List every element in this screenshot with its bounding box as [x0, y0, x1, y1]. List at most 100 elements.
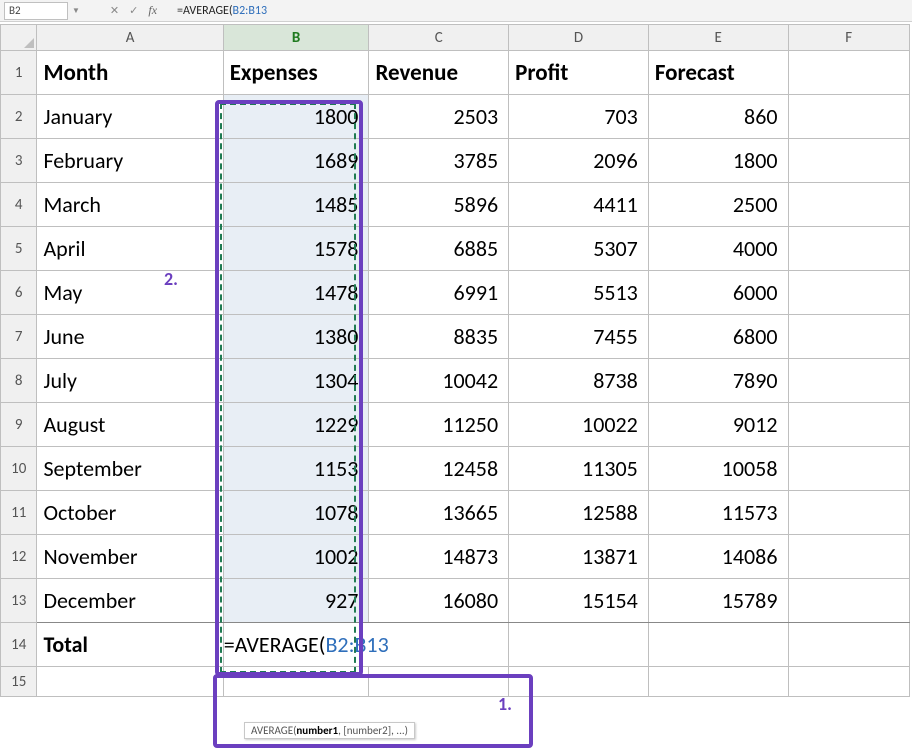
cell-C8[interactable]: 10042 — [369, 359, 509, 403]
cell-B14-formula[interactable]: =AVERAGE(B2:B13 — [223, 623, 508, 667]
cell-A8[interactable]: July — [37, 359, 223, 403]
cell-D12[interactable]: 13871 — [509, 535, 649, 579]
cell-E6[interactable]: 6000 — [648, 271, 788, 315]
col-header-E[interactable]: E — [648, 25, 788, 51]
cell-A7[interactable]: June — [37, 315, 223, 359]
cell-E2[interactable]: 860 — [648, 95, 788, 139]
cell-E5[interactable]: 4000 — [648, 227, 788, 271]
cell-F8[interactable] — [788, 359, 910, 403]
col-header-F[interactable]: F — [788, 25, 910, 51]
cell-E15[interactable] — [648, 667, 788, 697]
cell-D7[interactable]: 7455 — [509, 315, 649, 359]
row-header-10[interactable]: 10 — [1, 447, 37, 491]
cell-F1[interactable] — [788, 51, 910, 95]
cell-E11[interactable]: 11573 — [648, 491, 788, 535]
cell-E3[interactable]: 1800 — [648, 139, 788, 183]
cell-D4[interactable]: 4411 — [509, 183, 649, 227]
cell-F13[interactable] — [788, 579, 910, 623]
row-header-11[interactable]: 11 — [1, 491, 37, 535]
col-header-A[interactable]: A — [37, 25, 223, 51]
cell-E7[interactable]: 6800 — [648, 315, 788, 359]
cell-D2[interactable]: 703 — [509, 95, 649, 139]
row-header-12[interactable]: 12 — [1, 535, 37, 579]
cell-F14[interactable] — [788, 623, 910, 667]
cell-B6[interactable]: 1478 — [223, 271, 369, 315]
cell-B7[interactable]: 1380 — [223, 315, 369, 359]
cell-C9[interactable]: 11250 — [369, 403, 509, 447]
cell-D9[interactable]: 10022 — [509, 403, 649, 447]
cell-F9[interactable] — [788, 403, 910, 447]
cell-D14[interactable] — [509, 623, 649, 667]
cell-A2[interactable]: January — [37, 95, 223, 139]
cell-F11[interactable] — [788, 491, 910, 535]
cell-A13[interactable]: December — [37, 579, 223, 623]
cell-B9[interactable]: 1229 — [223, 403, 369, 447]
cell-B4[interactable]: 1485 — [223, 183, 369, 227]
cell-B2[interactable]: 1800 — [223, 95, 369, 139]
cell-F3[interactable] — [788, 139, 910, 183]
cell-A9[interactable]: August — [37, 403, 223, 447]
cell-B11[interactable]: 1078 — [223, 491, 369, 535]
cell-C11[interactable]: 13665 — [369, 491, 509, 535]
col-header-C[interactable]: C — [369, 25, 509, 51]
cell-F12[interactable] — [788, 535, 910, 579]
cell-B3[interactable]: 1689 — [223, 139, 369, 183]
cell-C10[interactable]: 12458 — [369, 447, 509, 491]
cell-C12[interactable]: 14873 — [369, 535, 509, 579]
row-header-5[interactable]: 5 — [1, 227, 37, 271]
col-header-B[interactable]: B — [223, 25, 369, 51]
cell-A12[interactable]: November — [37, 535, 223, 579]
row-header-15[interactable]: 15 — [1, 667, 37, 697]
cell-A6[interactable]: May — [37, 271, 223, 315]
name-box[interactable]: B2 — [4, 2, 68, 20]
cell-A10[interactable]: September — [37, 447, 223, 491]
formula-bar-input[interactable]: =AVERAGE(B2:B13 — [177, 4, 377, 18]
cell-B12[interactable]: 1002 — [223, 535, 369, 579]
row-header-13[interactable]: 13 — [1, 579, 37, 623]
cell-B5[interactable]: 1578 — [223, 227, 369, 271]
row-header-4[interactable]: 4 — [1, 183, 37, 227]
col-header-D[interactable]: D — [509, 25, 649, 51]
cell-F7[interactable] — [788, 315, 910, 359]
row-header-6[interactable]: 6 — [1, 271, 37, 315]
enter-icon[interactable]: ✓ — [129, 4, 138, 17]
cell-F4[interactable] — [788, 183, 910, 227]
row-header-8[interactable]: 8 — [1, 359, 37, 403]
cell-D5[interactable]: 5307 — [509, 227, 649, 271]
cell-C3[interactable]: 3785 — [369, 139, 509, 183]
cell-D6[interactable]: 5513 — [509, 271, 649, 315]
cell-C1[interactable]: Revenue — [369, 51, 509, 95]
row-header-1[interactable]: 1 — [1, 51, 37, 95]
cell-A14[interactable]: Total — [37, 623, 223, 667]
cell-A4[interactable]: March — [37, 183, 223, 227]
cell-B13[interactable]: 927 — [223, 579, 369, 623]
cell-A15[interactable] — [37, 667, 223, 697]
cell-C2[interactable]: 2503 — [369, 95, 509, 139]
fx-icon[interactable]: fx — [148, 3, 157, 18]
row-header-7[interactable]: 7 — [1, 315, 37, 359]
cell-E8[interactable]: 7890 — [648, 359, 788, 403]
cell-C6[interactable]: 6991 — [369, 271, 509, 315]
cell-E13[interactable]: 15789 — [648, 579, 788, 623]
cell-E12[interactable]: 14086 — [648, 535, 788, 579]
cell-B15[interactable] — [223, 667, 369, 697]
cell-D1[interactable]: Profit — [509, 51, 649, 95]
select-all-corner[interactable] — [1, 25, 37, 51]
cell-B10[interactable]: 1153 — [223, 447, 369, 491]
cell-D11[interactable]: 12588 — [509, 491, 649, 535]
row-header-3[interactable]: 3 — [1, 139, 37, 183]
cell-D15[interactable] — [509, 667, 649, 697]
cell-C15[interactable] — [369, 667, 509, 697]
cell-A11[interactable]: October — [37, 491, 223, 535]
cell-D3[interactable]: 2096 — [509, 139, 649, 183]
cell-F5[interactable] — [788, 227, 910, 271]
cell-E14[interactable] — [648, 623, 788, 667]
row-header-14[interactable]: 14 — [1, 623, 37, 667]
cell-D8[interactable]: 8738 — [509, 359, 649, 403]
cell-F15[interactable] — [788, 667, 910, 697]
cell-C13[interactable]: 16080 — [369, 579, 509, 623]
cell-C4[interactable]: 5896 — [369, 183, 509, 227]
cell-D13[interactable]: 15154 — [509, 579, 649, 623]
row-header-2[interactable]: 2 — [1, 95, 37, 139]
cell-F2[interactable] — [788, 95, 910, 139]
